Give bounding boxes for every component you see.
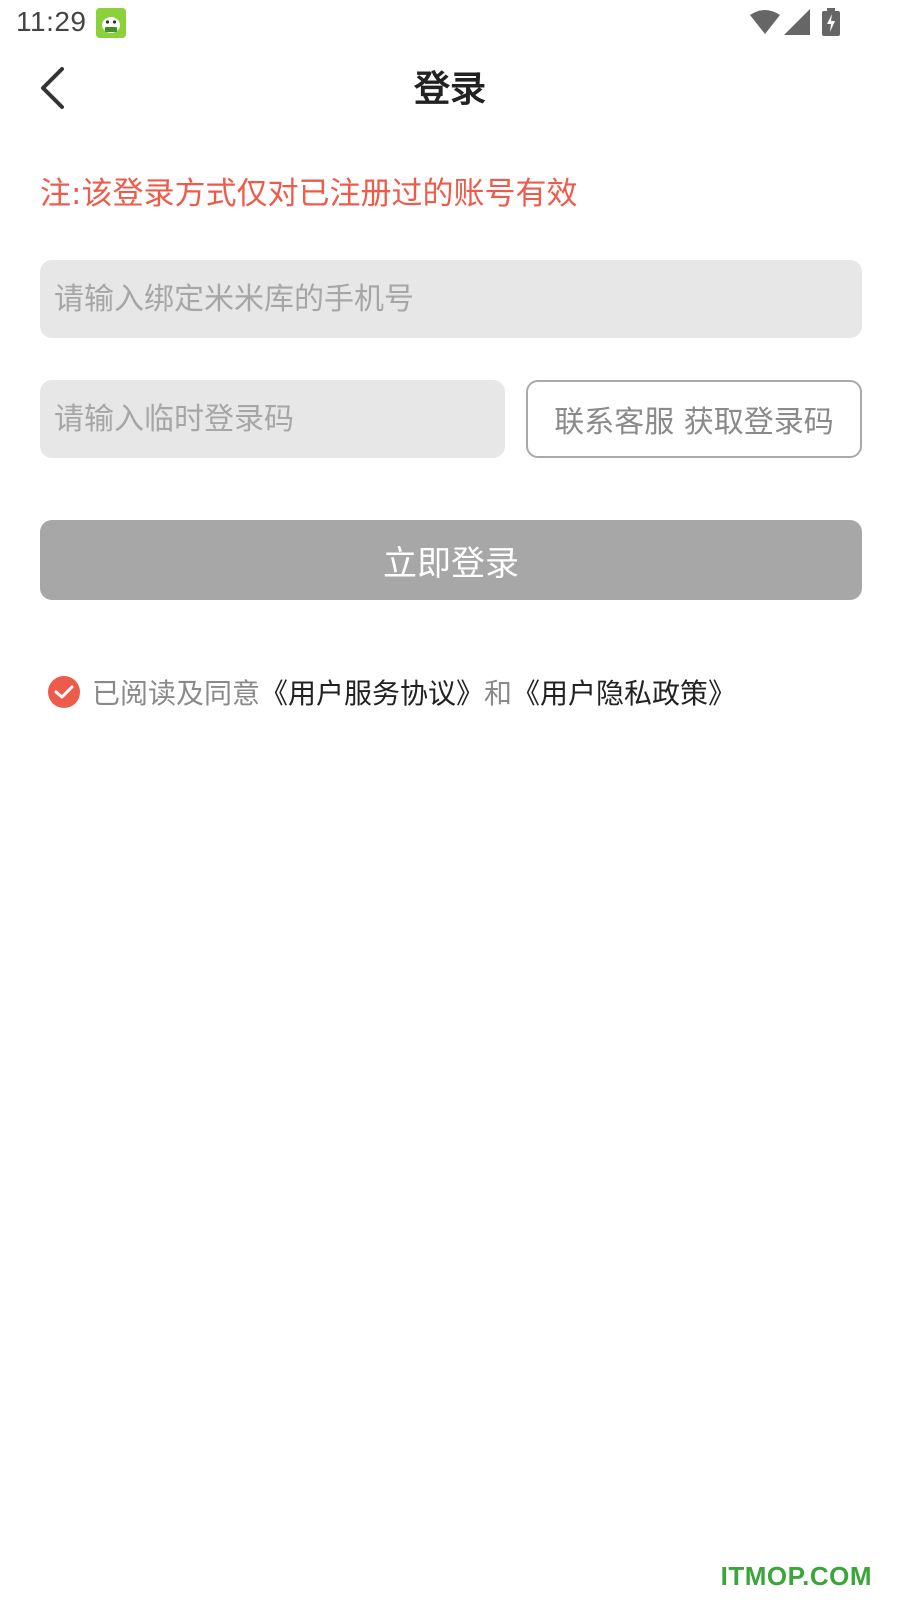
- contact-service-button[interactable]: 联系客服 获取登录码: [526, 380, 862, 458]
- app-badge-icon: [96, 8, 126, 38]
- login-code-input[interactable]: [40, 380, 505, 458]
- agreement-and: 和: [484, 677, 513, 710]
- agree-checkbox[interactable]: [48, 676, 80, 708]
- page-title: 登录: [413, 69, 486, 110]
- privacy-policy-link[interactable]: 《用户隐私政策》: [512, 672, 736, 712]
- agreement-row: 已阅读及同意 《用户服务协议》 和 《用户隐私政策》: [48, 672, 736, 712]
- agreement-prefix: 已阅读及同意: [92, 677, 261, 710]
- login-button[interactable]: 立即登录: [40, 520, 862, 600]
- app-header: 登录: [0, 52, 900, 128]
- battery-charging-icon: [822, 8, 840, 40]
- status-time: 11:29: [16, 6, 87, 37]
- status-bar: 11:29: [0, 0, 900, 48]
- service-agreement-link[interactable]: 《用户服务协议》: [260, 672, 484, 712]
- login-notice: 注:该登录方式仅对已注册过的账号有效: [40, 176, 578, 212]
- phone-input[interactable]: [40, 260, 862, 338]
- signal-icon: [784, 9, 810, 39]
- watermark: ITMOP.COM: [720, 1561, 872, 1591]
- wifi-icon: [750, 9, 780, 39]
